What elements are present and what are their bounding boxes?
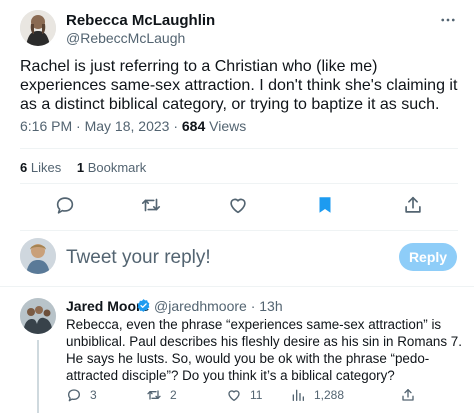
reply-actions: 3 2 11 1,288 xyxy=(66,387,458,405)
tweet-date[interactable]: May 18, 2023 xyxy=(85,118,170,134)
views-icon xyxy=(292,389,304,401)
author-avatar[interactable] xyxy=(20,10,56,46)
tweet-text: Rachel is just referring to a Christian … xyxy=(20,58,458,113)
reply-views-action[interactable]: 1,288 xyxy=(290,387,344,403)
like-icon xyxy=(228,390,240,401)
divider xyxy=(20,230,458,231)
reply-share-action[interactable] xyxy=(400,387,416,403)
tweet-meta: 6:16 PM · May 18, 2023 · 684 Views xyxy=(20,118,246,134)
engagement-stats: 6 Likes 1 Bookmark xyxy=(20,160,158,175)
views-label: Views xyxy=(209,118,247,134)
reply-button[interactable]: Reply xyxy=(399,243,457,271)
current-user-avatar[interactable] xyxy=(20,238,56,274)
share-icon[interactable] xyxy=(402,194,424,216)
like-icon[interactable] xyxy=(227,194,249,216)
reply-like-action[interactable]: 11 xyxy=(226,387,262,403)
verified-badge-icon xyxy=(136,298,151,313)
likes-stat[interactable]: 6 Likes xyxy=(20,160,61,175)
divider xyxy=(20,183,458,184)
likes-count: 6 xyxy=(20,160,28,175)
meta-separator: · xyxy=(250,298,260,314)
tweet-actions xyxy=(40,194,436,218)
meta-separator: · xyxy=(173,118,182,134)
author-name[interactable]: Rebecca McLaughlin xyxy=(66,12,215,29)
reply-text: Rebecca, even the phrase “experiences sa… xyxy=(66,317,462,383)
meta-separator: · xyxy=(76,118,85,134)
reply-author-meta: @jaredhmoore · 13h xyxy=(154,298,283,314)
author-handle[interactable]: @RebeccMcLaugh xyxy=(66,30,185,46)
bookmark-icon[interactable] xyxy=(314,194,336,216)
reply-replies-count: 3 xyxy=(90,388,97,402)
reply-author-avatar[interactable] xyxy=(20,298,56,334)
divider xyxy=(20,148,458,149)
reply-retweet-action[interactable]: 2 xyxy=(146,387,177,403)
bookmarks-stat[interactable]: 1 Bookmark xyxy=(77,160,146,175)
share-icon xyxy=(402,389,414,401)
reply-author-handle[interactable]: @jaredhmoore xyxy=(154,298,247,314)
likes-label: Likes xyxy=(30,160,62,175)
views-count: 684 xyxy=(181,118,206,134)
reply-views-count: 1,288 xyxy=(314,388,345,402)
reply-reply-action[interactable]: 3 xyxy=(66,387,97,403)
tweet-time[interactable]: 6:16 PM xyxy=(20,118,72,134)
reply-retweets-count: 2 xyxy=(170,388,177,402)
more-options-icon[interactable] xyxy=(436,10,460,30)
retweet-icon xyxy=(147,390,161,400)
reply-input[interactable]: Tweet your reply! xyxy=(66,247,211,269)
reply-icon xyxy=(68,389,80,402)
divider xyxy=(0,286,474,287)
bookmarks-label: Bookmark xyxy=(87,160,147,175)
retweet-icon[interactable] xyxy=(140,194,162,216)
bookmarks-count: 1 xyxy=(76,160,85,175)
reply-time[interactable]: 13h xyxy=(259,298,282,314)
reply-likes-count: 11 xyxy=(250,388,263,402)
reply-icon[interactable] xyxy=(54,194,76,216)
thread-line xyxy=(37,340,39,413)
